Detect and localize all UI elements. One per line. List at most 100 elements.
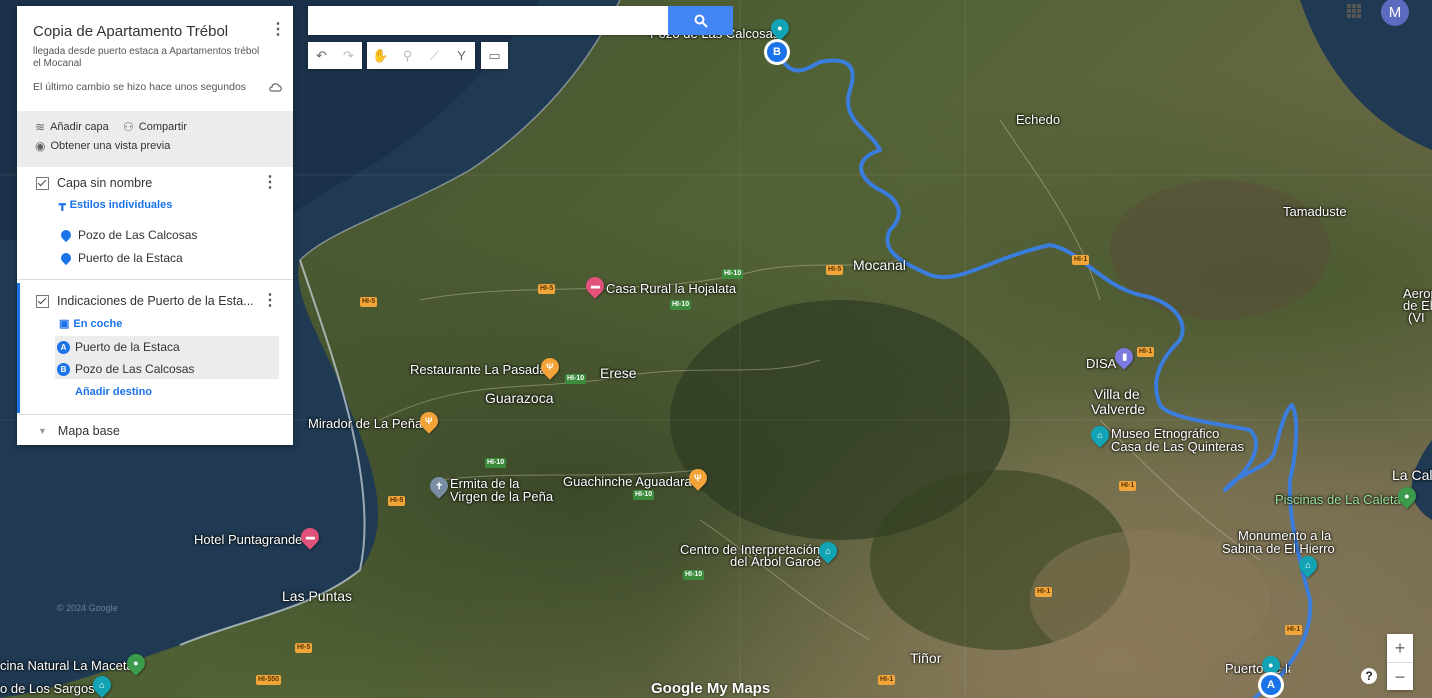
road-label: HI-1 bbox=[1119, 481, 1137, 491]
share-button[interactable]: ⚇ Compartir bbox=[123, 120, 187, 134]
map-actions: ≋ Añadir capa ⚇ Compartir ◉ Obtener una vis… bbox=[17, 111, 293, 167]
feature-label: Puerto de la Estaca bbox=[78, 251, 183, 265]
road-label: HI-5 bbox=[826, 265, 844, 275]
place-piscinas[interactable]: Piscinas de La Caleta bbox=[1275, 493, 1401, 506]
travel-mode-label: En coche bbox=[73, 317, 123, 330]
base-map-row[interactable]: ▼ Mapa base bbox=[38, 424, 120, 438]
google-my-maps-logo: Google My Maps bbox=[651, 680, 771, 697]
place-los-sargos[interactable]: o de Los Sargos bbox=[0, 682, 95, 695]
add-layer-button[interactable]: ≋ Añadir capa bbox=[35, 120, 109, 134]
divider bbox=[17, 279, 293, 280]
zoom-control: + − bbox=[1387, 634, 1413, 690]
place-mocanal[interactable]: Mocanal bbox=[853, 258, 906, 272]
road-label: HI-5 bbox=[295, 643, 313, 653]
zoom-in-button[interactable]: + bbox=[1387, 634, 1413, 662]
travel-mode-link[interactable]: ▣ En coche bbox=[59, 317, 123, 331]
place-centro-2[interactable]: del Árbol Garoé bbox=[730, 555, 821, 568]
last-saved-status: El último cambio se hizo hace unos segun… bbox=[33, 81, 247, 93]
place-la-caleta[interactable]: La Cal bbox=[1392, 468, 1432, 482]
measure-toolbar: ▭ bbox=[481, 42, 508, 69]
road-label: HI-5 bbox=[538, 284, 556, 294]
route-stop-a[interactable]: A Puerto de la Estaca bbox=[57, 340, 180, 354]
road-label: HI-1 bbox=[1137, 347, 1155, 357]
add-layer-label: Añadir capa bbox=[50, 121, 109, 133]
layer-1-header[interactable]: Capa sin nombre bbox=[36, 176, 152, 190]
feature-item[interactable]: Puerto de la Estaca bbox=[58, 250, 183, 266]
road-label: HI-1 bbox=[878, 675, 896, 685]
undo-redo-toolbar: ↶ ↷ bbox=[308, 42, 362, 69]
undo-icon[interactable]: ↶ bbox=[308, 42, 335, 69]
chevron-down-icon[interactable]: ▼ bbox=[38, 426, 47, 436]
layer-2-checkbox[interactable] bbox=[36, 294, 49, 308]
draw-line-icon[interactable]: ⟋ bbox=[421, 42, 448, 69]
stop-b-label: Pozo de Las Calcosas bbox=[75, 362, 195, 376]
stop-a-label: Puerto de la Estaca bbox=[75, 340, 180, 354]
individual-styles-link[interactable]: ┳ Estilos individuales bbox=[59, 198, 173, 212]
map-pin-icon bbox=[58, 227, 74, 243]
road-label: HI-10 bbox=[683, 570, 705, 580]
place-tinor[interactable]: Tiñor bbox=[910, 651, 941, 665]
place-las-puntas[interactable]: Las Puntas bbox=[282, 589, 352, 603]
place-piscina-natural[interactable]: cina Natural La Maceta bbox=[0, 659, 134, 672]
layer-1-name[interactable]: Capa sin nombre bbox=[57, 176, 152, 190]
preview-button[interactable]: ◉ Obtener una vista previa bbox=[35, 139, 170, 153]
road-label: HI-5 bbox=[388, 496, 406, 506]
add-destination-link[interactable]: Añadir destino bbox=[75, 386, 152, 398]
place-guachinche[interactable]: Guachinche Aguadara bbox=[563, 475, 692, 488]
road-label: HI-1 bbox=[1285, 625, 1303, 635]
place-mirador[interactable]: Mirador de La Peña bbox=[308, 417, 422, 430]
place-villa-2[interactable]: Valverde bbox=[1091, 402, 1145, 416]
help-button[interactable]: ? bbox=[1361, 668, 1377, 684]
road-label: HI-10 bbox=[670, 300, 692, 310]
search-input[interactable] bbox=[308, 6, 668, 35]
map-title[interactable]: Copia de Apartamento Trébol bbox=[33, 23, 228, 40]
feature-item[interactable]: Pozo de Las Calcosas bbox=[58, 227, 198, 243]
map-description[interactable]: llegada desde puerto estaca a Apartament… bbox=[33, 46, 263, 70]
road-label: HI-10 bbox=[722, 269, 744, 279]
layer-1-checkbox[interactable] bbox=[36, 176, 49, 190]
place-restaurante[interactable]: Restaurante La Pasada bbox=[410, 363, 547, 376]
place-museo-2[interactable]: Casa de Las Quinteras bbox=[1111, 440, 1244, 453]
place-casa-rural[interactable]: Casa Rural la Hojalata bbox=[606, 282, 736, 295]
copyright-watermark: © 2024 Google bbox=[57, 603, 118, 613]
apps-grid-icon[interactable] bbox=[1347, 4, 1361, 18]
place-echedo[interactable]: Echedo bbox=[1016, 113, 1060, 126]
place-aeropuerto-3[interactable]: (VI bbox=[1408, 311, 1425, 324]
individual-styles-label: Estilos individuales bbox=[69, 198, 173, 211]
hand-icon[interactable]: ✋ bbox=[367, 42, 394, 69]
route-marker-b[interactable]: B bbox=[764, 39, 790, 65]
base-map-label: Mapa base bbox=[57, 424, 120, 438]
paint-roller-icon: ┳ bbox=[59, 199, 66, 211]
preview-label: Obtener una vista previa bbox=[50, 140, 171, 152]
car-icon: ▣ bbox=[59, 318, 70, 330]
layer-2-options-icon[interactable]: ⋮ bbox=[262, 293, 278, 309]
cloud-saved-icon bbox=[269, 83, 282, 92]
marker-icon[interactable]: ⚲ bbox=[394, 42, 421, 69]
place-ermita-2[interactable]: Virgen de la Peña bbox=[450, 490, 553, 503]
layers-icon: ≋ bbox=[35, 120, 46, 134]
divider bbox=[17, 414, 293, 415]
place-erese[interactable]: Erese bbox=[600, 366, 637, 380]
feature-label: Pozo de Las Calcosas bbox=[78, 228, 198, 242]
zoom-out-button[interactable]: − bbox=[1387, 662, 1413, 691]
place-villa-1[interactable]: Villa de bbox=[1094, 387, 1140, 401]
map-options-icon[interactable]: ⋮ bbox=[270, 22, 286, 38]
layer-1-options-icon[interactable]: ⋮ bbox=[262, 175, 278, 191]
route-marker-a[interactable]: A bbox=[1258, 672, 1284, 698]
route-stop-b[interactable]: B Pozo de Las Calcosas bbox=[57, 362, 194, 376]
layer-2-header[interactable]: Indicaciones de Puerto de la Esta... bbox=[36, 294, 254, 308]
ruler-icon[interactable]: ▭ bbox=[481, 42, 508, 69]
stop-a-badge: A bbox=[57, 340, 70, 354]
route-icon[interactable]: Y bbox=[448, 42, 475, 69]
place-disa[interactable]: DISA bbox=[1086, 357, 1116, 370]
place-guarazoca[interactable]: Guarazoca bbox=[485, 391, 553, 405]
place-hotel[interactable]: Hotel Puntagrande bbox=[194, 533, 302, 546]
layer-2-name[interactable]: Indicaciones de Puerto de la Esta... bbox=[57, 294, 254, 308]
search-button[interactable] bbox=[668, 6, 733, 35]
place-tamaduste[interactable]: Tamaduste bbox=[1283, 205, 1347, 218]
redo-icon[interactable]: ↷ bbox=[335, 42, 362, 69]
place-monumento-2[interactable]: Sabina de El Hierro bbox=[1222, 542, 1335, 555]
share-label: Compartir bbox=[138, 121, 188, 133]
road-label: HI-10 bbox=[633, 490, 655, 500]
road-label: HI-10 bbox=[485, 458, 507, 468]
